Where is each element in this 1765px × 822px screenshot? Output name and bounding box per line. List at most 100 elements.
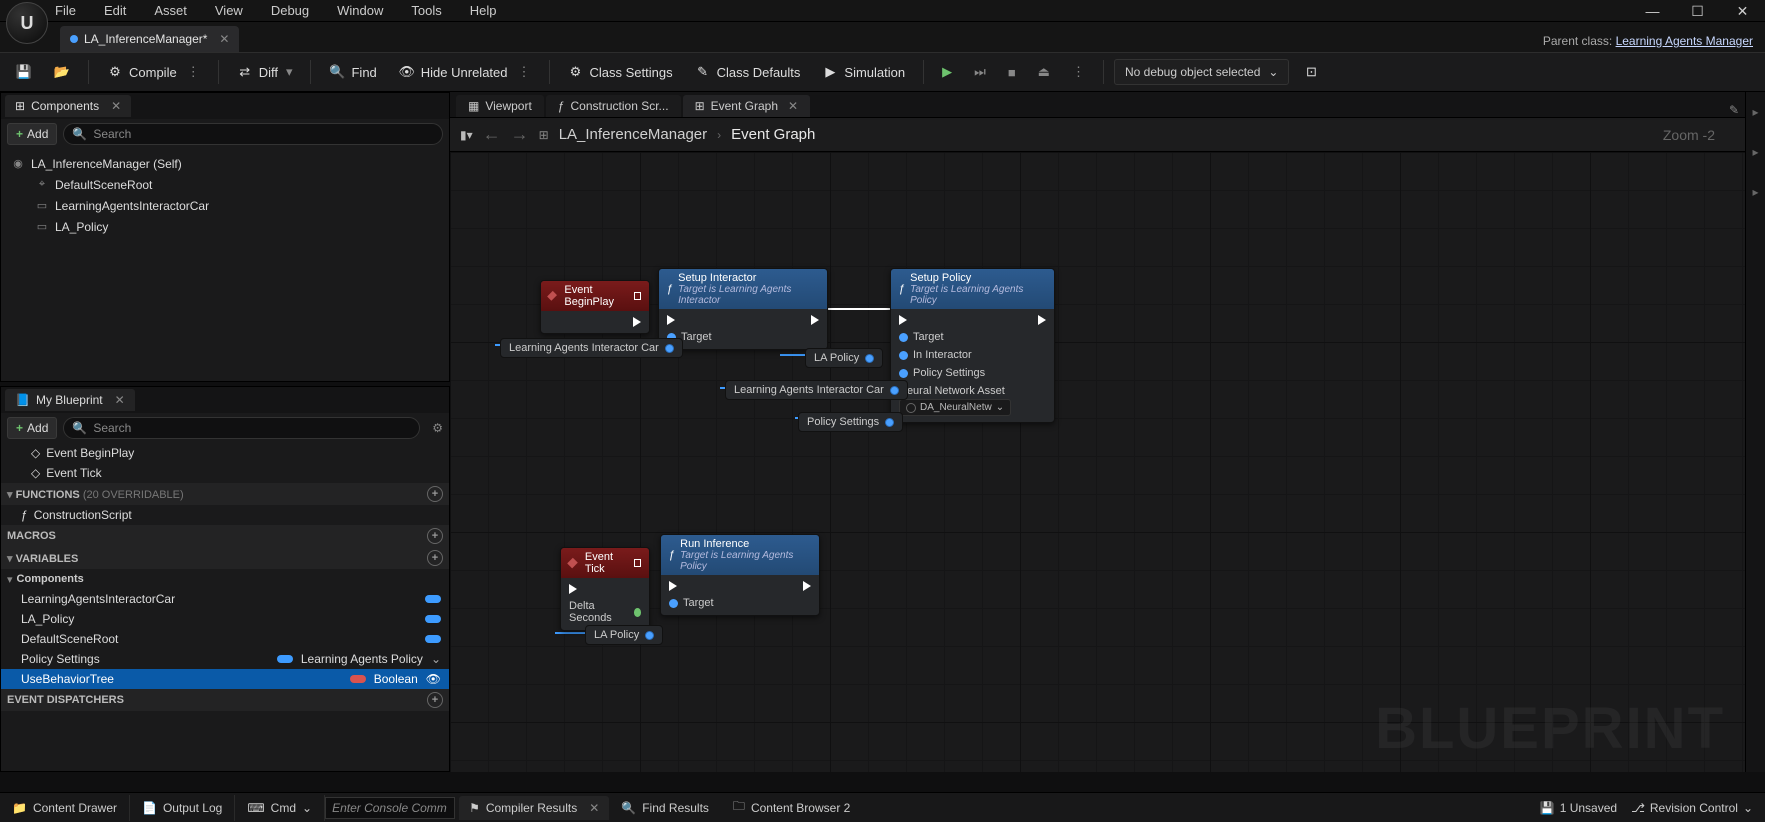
variable-item[interactable]: Policy SettingsLearning Agents Policy⌄: [1, 649, 449, 669]
target-pin[interactable]: [899, 333, 908, 342]
simulation-button[interactable]: ▶Simulation: [814, 58, 913, 86]
menu-tools[interactable]: Tools: [411, 3, 441, 18]
my-blueprint-tab[interactable]: 📘My Blueprint✕: [5, 389, 135, 411]
event-item[interactable]: ◇Event Tick: [1, 463, 449, 483]
target-pin[interactable]: [669, 599, 678, 608]
close-tab-icon[interactable]: ✕: [219, 32, 229, 46]
components-tab[interactable]: ⊞Components✕: [5, 95, 131, 117]
node-setup-policy[interactable]: ƒSetup PolicyTarget is Learning Agents P…: [890, 268, 1055, 423]
nav-forward[interactable]: →: [511, 124, 529, 145]
add-component-button[interactable]: +Add: [7, 123, 57, 145]
document-tab[interactable]: LA_InferenceManager* ✕: [60, 26, 239, 52]
var-node-policy-settings[interactable]: Policy Settings: [798, 412, 903, 432]
components-search[interactable]: 🔍Search: [63, 123, 443, 145]
node-event-beginplay[interactable]: Event BeginPlay: [540, 280, 650, 334]
details-collapsed-icon[interactable]: ▸: [1746, 92, 1765, 132]
add-dispatcher-icon[interactable]: +: [427, 692, 443, 708]
delegate-pin[interactable]: [634, 559, 641, 567]
nav-back[interactable]: ←: [483, 124, 501, 145]
eye-icon[interactable]: 👁: [426, 672, 441, 686]
exec-in-pin[interactable]: [899, 315, 907, 325]
panel-collapsed-icon[interactable]: ▸: [1746, 132, 1765, 172]
variable-item[interactable]: LA_Policy: [1, 609, 449, 629]
step-button[interactable]: ⏭: [966, 58, 994, 86]
variable-item[interactable]: DefaultSceneRoot: [1, 629, 449, 649]
save-button[interactable]: 💾: [8, 58, 40, 86]
ue-logo[interactable]: U: [6, 2, 48, 44]
component-item[interactable]: ⌖DefaultSceneRoot: [1, 174, 449, 195]
stop-button[interactable]: ■: [1000, 58, 1024, 86]
compiler-results-tab[interactable]: ⚑Compiler Results✕: [459, 796, 609, 820]
close-icon[interactable]: ✕: [589, 801, 599, 815]
var-node-interactor2[interactable]: Learning Agents Interactor Car: [725, 380, 908, 400]
content-browser-button[interactable]: 🗀Content Browser 2: [721, 795, 862, 821]
var-node-policy[interactable]: LA Policy: [805, 348, 883, 368]
menu-help[interactable]: Help: [470, 3, 497, 18]
eject-button[interactable]: ⏏: [1030, 58, 1058, 86]
var-node-policy2[interactable]: LA Policy: [585, 625, 663, 645]
add-macro-icon[interactable]: +: [427, 528, 443, 544]
crumb-graph[interactable]: Event Graph: [731, 126, 815, 143]
panel-collapsed-icon[interactable]: ▸: [1746, 172, 1765, 212]
crumb-asset[interactable]: LA_InferenceManager: [559, 126, 707, 143]
close-icon[interactable]: ✕: [111, 99, 121, 113]
edit-icon[interactable]: ✎: [1723, 103, 1745, 117]
component-item[interactable]: ▭LearningAgentsInteractorCar: [1, 195, 449, 216]
menu-view[interactable]: View: [215, 3, 243, 18]
browse-button[interactable]: 📂: [46, 58, 78, 86]
minimize-button[interactable]: —: [1630, 0, 1675, 22]
components-subheader[interactable]: ▾Components: [1, 569, 449, 589]
node-event-tick[interactable]: Event Tick Delta Seconds: [560, 547, 650, 631]
interactor-pin[interactable]: [899, 351, 908, 360]
compile-button[interactable]: ⚙Compile⋮: [99, 58, 208, 86]
bookmark-icon[interactable]: ▮▾: [460, 128, 473, 142]
maximize-button[interactable]: ☐: [1675, 0, 1720, 22]
close-icon[interactable]: ✕: [115, 393, 125, 407]
exec-out-pin[interactable]: [569, 584, 577, 594]
component-item[interactable]: ▭LA_Policy: [1, 216, 449, 237]
out-pin[interactable]: [665, 344, 674, 353]
exec-out-pin[interactable]: [811, 315, 819, 325]
class-settings-button[interactable]: ⚙Class Settings: [560, 58, 681, 86]
menu-asset[interactable]: Asset: [154, 3, 187, 18]
debug-find-button[interactable]: ⊡: [1295, 58, 1327, 86]
find-results-button[interactable]: 🔍Find Results: [609, 795, 721, 821]
node-setup-interactor[interactable]: ƒSetup InteractorTarget is Learning Agen…: [658, 268, 828, 350]
settings-icon[interactable]: ⚙: [432, 421, 443, 435]
out-pin[interactable]: [885, 418, 894, 427]
add-variable-icon[interactable]: +: [427, 550, 443, 566]
node-run-inference[interactable]: ƒRun InferenceTarget is Learning Agents …: [660, 534, 820, 616]
variables-header[interactable]: ▾ VARIABLES+: [1, 547, 449, 569]
function-item[interactable]: ƒConstructionScript: [1, 505, 449, 525]
play-button[interactable]: ▶: [934, 58, 960, 86]
exec-in-pin[interactable]: [667, 315, 675, 325]
exec-out-pin[interactable]: [633, 317, 641, 327]
chevron-down-icon[interactable]: ⌄: [431, 652, 441, 666]
debug-object-selector[interactable]: No debug object selected⌄: [1114, 59, 1290, 85]
console-input[interactable]: Enter Console Comm: [325, 797, 455, 819]
out-pin[interactable]: [865, 354, 874, 363]
output-log-button[interactable]: 📄Output Log: [130, 795, 235, 821]
find-button[interactable]: 🔍Find: [321, 58, 384, 86]
menu-file[interactable]: File: [55, 3, 76, 18]
component-root[interactable]: ◉LA_InferenceManager (Self): [1, 153, 449, 174]
graph-canvas[interactable]: Event BeginPlay ƒSetup InteractorTarget …: [450, 152, 1745, 772]
parent-class-link[interactable]: Learning Agents Manager: [1616, 34, 1753, 48]
tab-viewport[interactable]: ▦Viewport: [456, 95, 544, 117]
dispatchers-header[interactable]: EVENT DISPATCHERS+: [1, 689, 449, 711]
add-blueprint-button[interactable]: +Add: [7, 417, 57, 439]
content-drawer-button[interactable]: 📁Content Drawer: [0, 795, 130, 821]
out-pin[interactable]: [890, 386, 899, 395]
exec-in-pin[interactable]: [669, 581, 677, 591]
play-options[interactable]: ⋮: [1064, 58, 1093, 86]
functions-header[interactable]: ▾ FUNCTIONS (20 OVERRIDABLE)+: [1, 483, 449, 505]
out-pin[interactable]: [645, 631, 654, 640]
event-item[interactable]: ◇Event BeginPlay: [1, 443, 449, 463]
hierarchy-icon[interactable]: ⊞: [539, 128, 549, 142]
tab-construction[interactable]: ƒConstruction Scr...: [546, 95, 681, 117]
asset-selector[interactable]: DA_NeuralNetw⌄: [899, 399, 1011, 416]
settings-pin[interactable]: [899, 369, 908, 378]
menu-debug[interactable]: Debug: [271, 3, 309, 18]
diff-button[interactable]: ⇄Diff▾: [229, 58, 301, 86]
unsaved-indicator[interactable]: 💾1 Unsaved: [1540, 801, 1617, 815]
